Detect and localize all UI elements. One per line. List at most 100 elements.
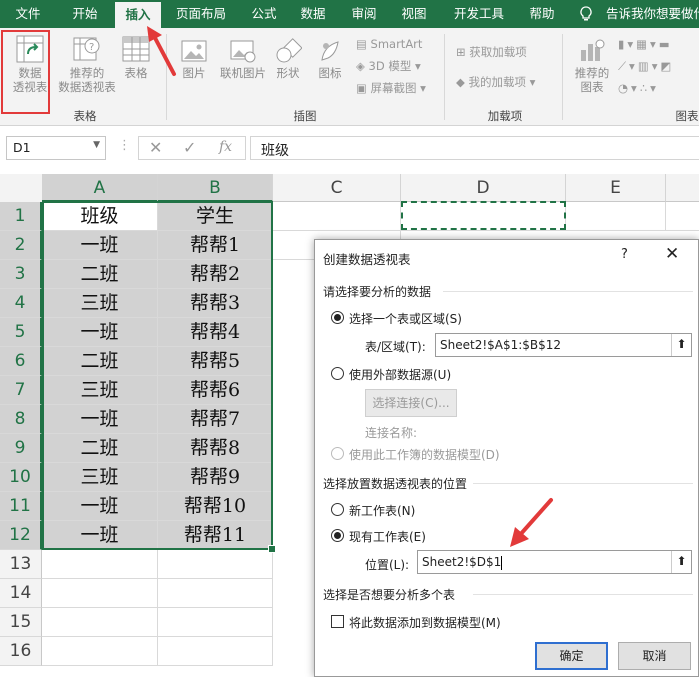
close-icon[interactable]: ✕ [665,244,679,264]
row-header[interactable]: 1 [0,202,42,231]
cell-e1[interactable] [566,202,666,231]
tab-view[interactable]: 视图 [394,0,434,28]
screenshot-button[interactable]: ▣ 屏幕截图 ▾ [356,80,426,96]
get-addins-button[interactable]: ⊞ 获取加载项 [456,44,527,60]
tab-file[interactable]: 文件 [6,0,50,28]
chart-type-buttons-row1[interactable]: ▮▾▦▾▬ [618,36,673,52]
cell-empty[interactable] [42,637,158,666]
cancel-button[interactable]: 取消 [618,642,691,670]
cell-c1[interactable] [273,202,401,231]
cell-empty[interactable] [158,550,273,579]
online-pictures-button[interactable]: 联机图片 [214,38,272,80]
column-header-e[interactable]: E [566,174,666,202]
more-options-icon: ⋮ [118,138,131,153]
row-header[interactable]: 11 [0,492,42,521]
tab-home[interactable]: 开始 [62,0,108,28]
radio-data-model[interactable] [331,447,344,460]
tab-review[interactable]: 审阅 [344,0,384,28]
red-arrow-icon [147,26,176,76]
column-header-b[interactable]: B [158,174,273,202]
cancel-icon[interactable]: ✕ [149,138,162,157]
radio-external-source[interactable] [331,367,344,380]
3d-model-button[interactable]: ◈ 3D 模型 ▾ [356,58,421,74]
pictures-label: 图片 [182,66,206,80]
enter-icon[interactable]: ✓ [183,138,196,157]
row-header[interactable]: 4 [0,289,42,318]
tab-developer[interactable]: 开发工具 [446,0,512,28]
range-field-label: 表/区域(T): [365,340,426,354]
ok-button[interactable]: 确定 [535,642,608,670]
column-header-c[interactable]: C [273,174,401,202]
add-to-data-model-label: 将此数据添加到数据模型(M) [349,616,501,630]
row-header[interactable]: 16 [0,637,42,666]
section-multiple-tables-label: 选择是否想要分析多个表 [323,588,456,602]
cell-empty[interactable] [158,637,273,666]
collapse-dialog-icon[interactable]: ⬆ [671,334,691,356]
recommended-charts-button[interactable]: 推荐的 图表 [568,38,616,94]
row-header[interactable]: 3 [0,260,42,289]
row-header[interactable]: 2 [0,231,42,260]
radio-select-range[interactable] [331,311,344,324]
name-box[interactable]: D1 ▼ [6,136,106,160]
row-header[interactable]: 10 [0,463,42,492]
add-to-data-model-checkbox[interactable] [331,615,344,628]
row-header[interactable]: 5 [0,318,42,347]
row-header[interactable]: 9 [0,434,42,463]
formula-controls: ✕ ✓ fx [138,136,246,160]
formula-input[interactable]: 班级 [250,136,699,160]
ribbon-tabs: 文件 开始 插入 页面布局 公式 数据 审阅 视图 开发工具 帮助 告诉我你想要… [0,0,699,28]
chevron-down-icon: ▾ [411,59,421,73]
group-illustrations-label: 插图 [293,109,317,123]
cell-empty[interactable] [42,550,158,579]
cell-empty[interactable] [158,579,273,608]
radio-new-worksheet[interactable] [331,503,344,516]
help-icon[interactable]: ? [621,247,628,262]
group-addins-label: 加载项 [487,109,523,123]
smartart-button[interactable]: ▤ SmartArt [356,36,422,52]
chart-type-buttons-row2[interactable]: ⟋▾▥▾◩ [618,58,674,74]
smartart-icon: ▤ [356,37,371,51]
collapse-dialog-icon[interactable]: ⬆ [671,551,691,573]
row-header[interactable]: 12 [0,521,42,550]
location-input[interactable]: Sheet2!$D$1 ⬆ [417,550,692,574]
highlight-box [1,30,50,114]
insert-function-icon[interactable]: fx [219,139,232,155]
lightbulb-icon [580,6,592,21]
icons-button[interactable]: 图标 [312,38,348,80]
tab-data[interactable]: 数据 [293,0,333,28]
row-header[interactable]: 6 [0,347,42,376]
column-header-a[interactable]: A [42,174,158,202]
row-header[interactable]: 8 [0,405,42,434]
radio-data-model-label: 使用此工作簿的数据模型(D) [349,448,500,462]
choose-connection-button[interactable]: 选择连接(C)... [365,389,457,417]
shapes-button[interactable]: 形状 [270,38,306,80]
column-header-d[interactable]: D [401,174,566,202]
radio-select-range-label: 选择一个表或区域(S) [349,312,462,326]
row-headers: 1 2 3 4 5 6 7 8 9 10 11 12 13 14 15 16 [0,202,42,677]
row-header[interactable]: 14 [0,579,42,608]
cell-empty[interactable] [42,579,158,608]
tab-formulas[interactable]: 公式 [244,0,284,28]
svg-text:?: ? [89,42,94,53]
bar-chart-icon: ▬ [658,37,673,51]
text-caret [501,555,503,570]
section-data-label: 请选择要分析的数据 [323,285,432,299]
range-input[interactable]: Sheet2!$A$1:$B$12 ⬆ [435,333,692,357]
tell-me-search[interactable]: 告诉我你想要做什 [606,0,699,28]
row-header[interactable]: 7 [0,376,42,405]
radio-existing-worksheet[interactable] [331,529,344,542]
chart-type-buttons-row3[interactable]: ◔▾∴▾ [618,80,659,96]
column-header-f[interactable] [666,174,699,202]
screenshot-icon: ▣ [356,81,371,95]
cell-empty[interactable] [158,608,273,637]
cell-empty[interactable] [42,608,158,637]
recommended-charts-label: 推荐的 图表 [574,66,610,94]
row-header[interactable]: 15 [0,608,42,637]
row-header[interactable]: 13 [0,550,42,579]
cell-f1[interactable] [666,202,699,231]
tab-help[interactable]: 帮助 [522,0,562,28]
pictures-button[interactable]: 图片 [174,38,214,80]
column-headers: A B C D E [0,174,699,202]
recommended-pivot-button[interactable]: ? 推荐的 数据透视表 [56,34,118,94]
my-addins-button[interactable]: ◆ 我的加载项 ▾ [456,74,535,90]
